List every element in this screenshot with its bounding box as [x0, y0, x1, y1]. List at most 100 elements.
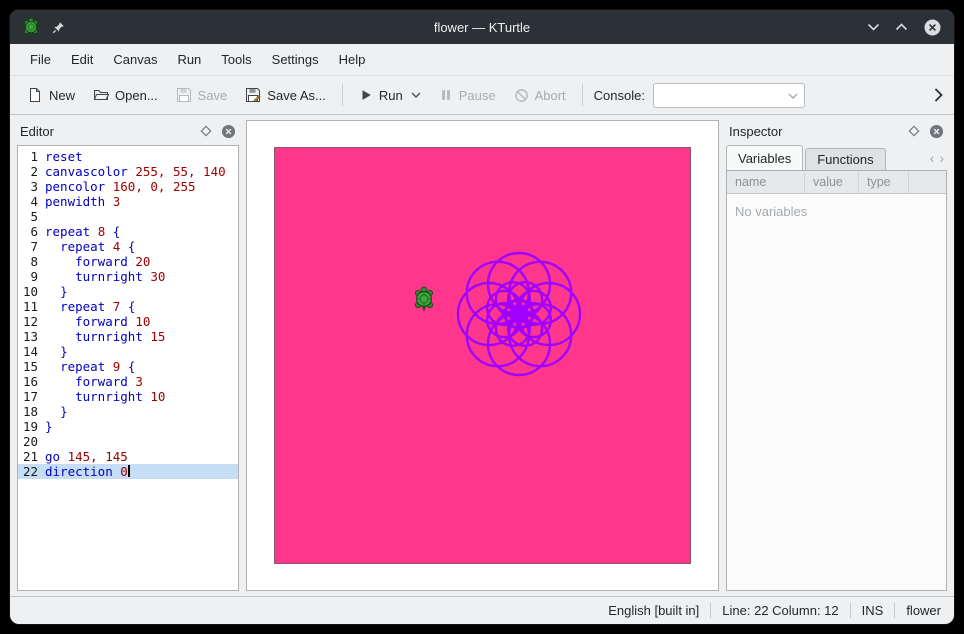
- code-line-12[interactable]: 12 forward 10: [18, 314, 238, 329]
- line-number: 18: [18, 404, 45, 419]
- code-text: repeat 4 {: [45, 239, 135, 254]
- maximize-icon[interactable]: [895, 23, 908, 31]
- console-chevron-down-icon: [788, 86, 798, 104]
- minimize-icon[interactable]: [867, 23, 880, 31]
- abort-label: Abort: [535, 88, 566, 103]
- new-document-icon: [27, 87, 43, 103]
- code-line-22[interactable]: 22direction 0: [18, 464, 238, 479]
- new-button[interactable]: New: [18, 82, 84, 108]
- tab-functions[interactable]: Functions: [805, 148, 885, 170]
- code-line-9[interactable]: 9 turnright 30: [18, 269, 238, 284]
- abort-button[interactable]: Abort: [505, 83, 575, 108]
- code-line-3[interactable]: 3pencolor 160, 0, 255: [18, 179, 238, 194]
- line-number: 8: [18, 254, 45, 269]
- code-line-5[interactable]: 5: [18, 209, 238, 224]
- code-line-10[interactable]: 10 }: [18, 284, 238, 299]
- inspector-tabbar-row: VariablesFunctions ‹ ›: [726, 145, 947, 170]
- turtle-canvas: [274, 147, 691, 564]
- code-line-2[interactable]: 2canvascolor 255, 55, 140: [18, 164, 238, 179]
- code-text: repeat 8 {: [45, 224, 120, 239]
- menu-item-tools[interactable]: Tools: [211, 44, 261, 75]
- code-line-18[interactable]: 18 }: [18, 404, 238, 419]
- tab-scroll-left-icon[interactable]: ‹: [930, 150, 935, 166]
- code-text: turnright 15: [45, 329, 165, 344]
- run-play-icon: [359, 88, 373, 102]
- pause-button[interactable]: Pause: [430, 83, 505, 108]
- console-label: Console:: [594, 88, 645, 103]
- code-text: go 145, 145: [45, 449, 128, 464]
- code-text: forward 3: [45, 374, 143, 389]
- menu-item-settings[interactable]: Settings: [262, 44, 329, 75]
- code-line-16[interactable]: 16 forward 3: [18, 374, 238, 389]
- menu-item-file[interactable]: File: [20, 44, 61, 75]
- column-header-filler: [909, 171, 946, 193]
- code-line-8[interactable]: 8 forward 20: [18, 254, 238, 269]
- run-dropdown-chevron-icon[interactable]: [411, 92, 421, 98]
- code-text: reset: [45, 149, 83, 164]
- line-number: 20: [18, 434, 45, 449]
- pin-icon[interactable]: [52, 21, 65, 34]
- editor-float-icon[interactable]: [200, 125, 212, 137]
- line-number: 17: [18, 389, 45, 404]
- code-text: canvascolor 255, 55, 140: [45, 164, 226, 179]
- tab-variables[interactable]: Variables: [726, 145, 803, 170]
- save-button[interactable]: Save: [167, 82, 237, 108]
- code-line-7[interactable]: 7 repeat 4 {: [18, 239, 238, 254]
- code-text: repeat 9 {: [45, 359, 135, 374]
- window-title: flower — KTurtle: [162, 20, 802, 35]
- code-line-14[interactable]: 14 }: [18, 344, 238, 359]
- code-line-13[interactable]: 13 turnright 15: [18, 329, 238, 344]
- code-editor[interactable]: 1reset2canvascolor 255, 55, 1403pencolor…: [17, 145, 239, 591]
- line-number: 11: [18, 299, 45, 314]
- titlebar: flower — KTurtle: [10, 10, 954, 44]
- save-label: Save: [198, 88, 228, 103]
- open-button[interactable]: Open...: [84, 82, 167, 108]
- code-text: forward 20: [45, 254, 150, 269]
- code-line-15[interactable]: 15 repeat 9 {: [18, 359, 238, 374]
- line-number: 3: [18, 179, 45, 194]
- code-line-4[interactable]: 4penwidth 3: [18, 194, 238, 209]
- code-text: penwidth 3: [45, 194, 120, 209]
- editor-close-icon[interactable]: [221, 124, 236, 139]
- pause-icon: [439, 88, 453, 102]
- code-line-21[interactable]: 21go 145, 145: [18, 449, 238, 464]
- menu-item-run[interactable]: Run: [167, 44, 211, 75]
- code-line-19[interactable]: 19}: [18, 419, 238, 434]
- inspector-empty-message: No variables: [727, 194, 946, 229]
- inspector-dock-title: Inspector: [729, 124, 899, 139]
- tab-scroll-right-icon[interactable]: ›: [939, 150, 944, 166]
- code-text: direction 0: [45, 464, 130, 479]
- code-text: repeat 7 {: [45, 299, 135, 314]
- save-as-label: Save As...: [267, 88, 326, 103]
- code-line-1[interactable]: 1reset: [18, 149, 238, 164]
- code-text: forward 10: [45, 314, 150, 329]
- line-number: 1: [18, 149, 45, 164]
- menu-item-help[interactable]: Help: [329, 44, 376, 75]
- new-label: New: [49, 88, 75, 103]
- menu-item-canvas[interactable]: Canvas: [103, 44, 167, 75]
- text-cursor: [128, 465, 130, 477]
- line-number: 9: [18, 269, 45, 284]
- open-folder-icon: [93, 87, 109, 103]
- code-line-20[interactable]: 20: [18, 434, 238, 449]
- menubar: FileEditCanvasRunToolsSettingsHelp: [10, 44, 954, 75]
- run-button[interactable]: Run: [350, 83, 430, 108]
- status-cursor-position: Line: 22 Column: 12: [722, 603, 838, 618]
- console-combobox[interactable]: [653, 83, 805, 108]
- line-number: 10: [18, 284, 45, 299]
- close-icon[interactable]: [923, 18, 942, 37]
- save-as-button[interactable]: Save As...: [236, 82, 335, 108]
- code-line-11[interactable]: 11 repeat 7 {: [18, 299, 238, 314]
- code-line-6[interactable]: 6repeat 8 {: [18, 224, 238, 239]
- kturtle-window: flower — KTurtle FileEditCanvasRunToolsS…: [9, 9, 955, 625]
- menu-item-edit[interactable]: Edit: [61, 44, 103, 75]
- inspector-float-icon[interactable]: [908, 125, 920, 137]
- toolbar-overflow-chevron-icon[interactable]: [931, 88, 946, 102]
- column-header-type: type: [859, 171, 909, 193]
- main-content: Editor 1reset2canvascolor 255, 55, 1403p…: [10, 115, 954, 596]
- status-script-name: flower: [906, 603, 941, 618]
- code-text: }: [45, 419, 53, 434]
- flower-drawing: [458, 253, 580, 375]
- inspector-close-icon[interactable]: [929, 124, 944, 139]
- code-line-17[interactable]: 17 turnright 10: [18, 389, 238, 404]
